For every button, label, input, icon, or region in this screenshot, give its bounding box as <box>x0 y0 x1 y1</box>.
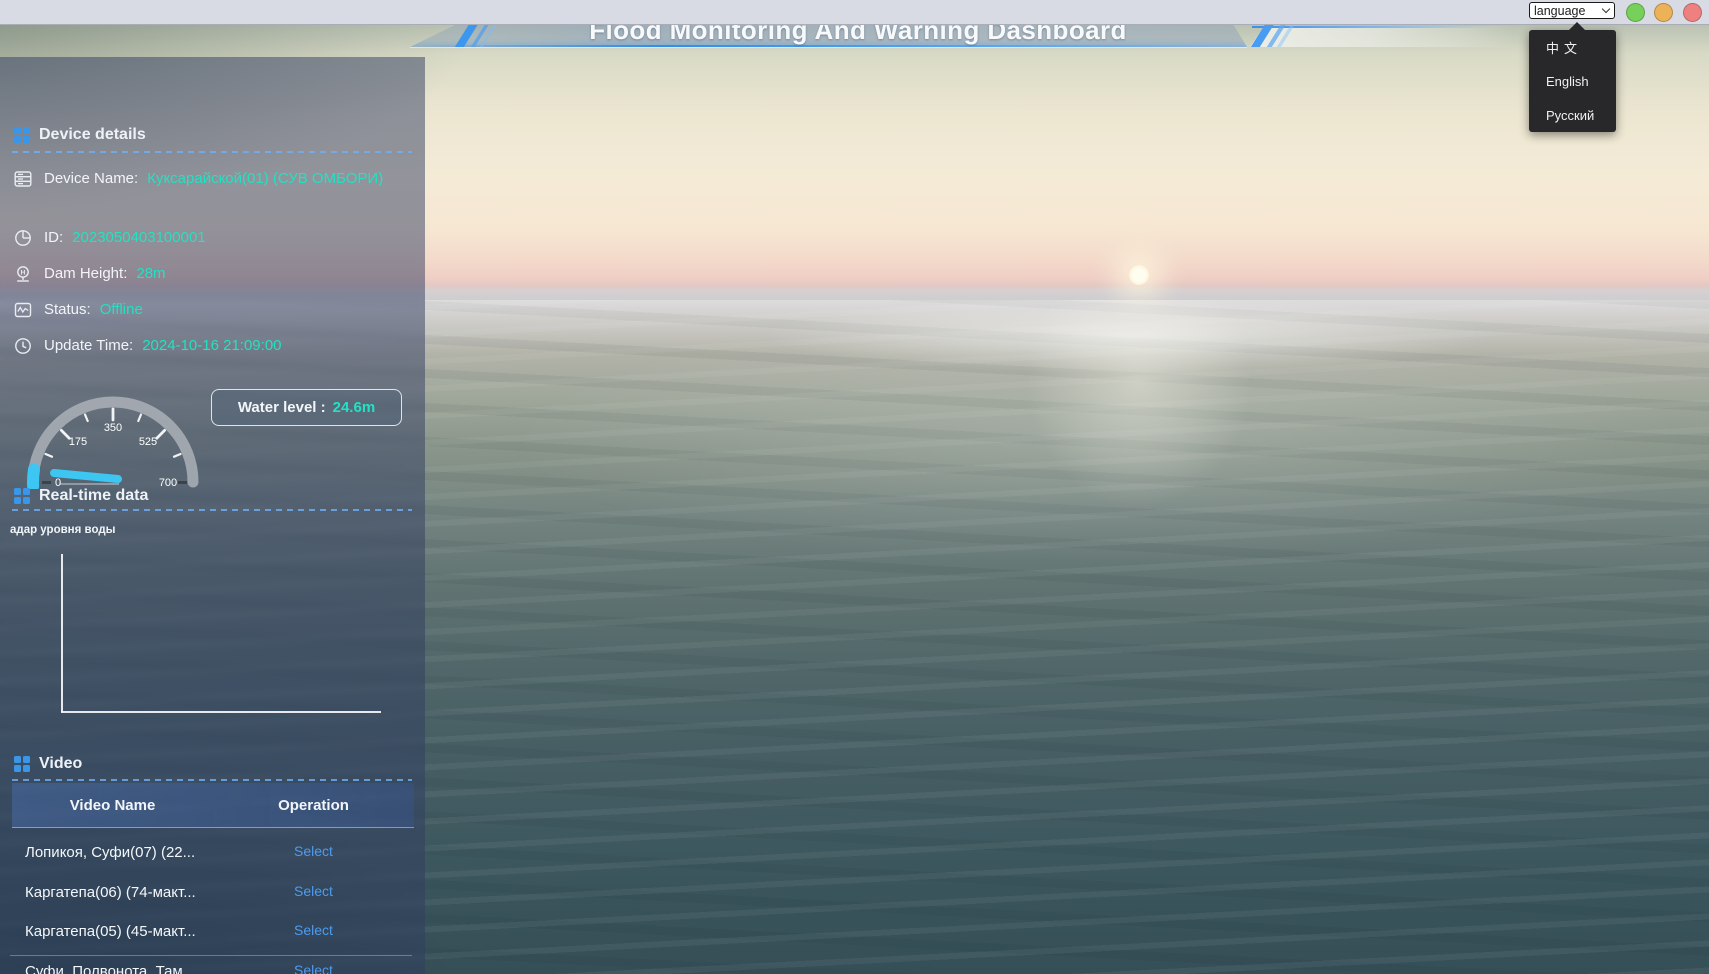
field-label: ID: <box>44 229 63 246</box>
select-link[interactable]: Select <box>294 922 333 938</box>
chart-x-axis <box>61 711 381 713</box>
column-header-video-name: Video Name <box>12 797 213 814</box>
field-value: Offline <box>100 301 143 318</box>
field-value: 2023050403100001 <box>72 229 205 246</box>
sun <box>1129 265 1149 285</box>
field-label: Update Time: <box>44 337 133 354</box>
select-link[interactable]: Select <box>294 843 333 859</box>
server-icon <box>14 170 32 188</box>
flood-dashboard-screen: Flood Monitoring And Warning Dashboard l… <box>0 0 1709 974</box>
select-link[interactable]: Select <box>294 962 333 974</box>
field-label: Device Name: <box>44 170 138 187</box>
gauge-tick-label: 525 <box>139 436 157 448</box>
location-pin-icon: H <box>14 265 32 283</box>
menu-item-russian[interactable]: Русский <box>1529 98 1616 132</box>
water-level-box: Water level : 24.6m <box>211 389 402 426</box>
video-table-header: Video Name Operation <box>12 783 414 828</box>
row-divider <box>10 955 412 956</box>
gauge-value-arc <box>33 470 34 487</box>
field-dam-height: H Dam Height: 28m <box>14 262 394 286</box>
field-device-name: Device Name: Куксарайской(01) (СУВ ОМБОРИ… <box>14 167 394 191</box>
language-select-label: language <box>1534 4 1585 18</box>
grid-icon <box>14 127 30 143</box>
field-label: Status: <box>44 301 91 318</box>
video-name: Лопикоя, Суфи(07) (22... <box>12 844 213 861</box>
language-select[interactable]: language <box>1529 2 1615 19</box>
pie-chart-icon <box>14 229 32 247</box>
dropdown-notch <box>1569 22 1585 30</box>
banner-edge-line <box>410 47 1247 48</box>
chevron-down-icon <box>1602 5 1610 13</box>
table-row: Лопикоя, Суфи(07) (22... Select <box>12 832 414 872</box>
table-row: Каргатепа(06) (74-макт... Select <box>12 872 414 912</box>
window-button-red[interactable] <box>1683 3 1702 22</box>
dashed-divider <box>12 779 412 781</box>
field-value: Куксарайской(01) (СУВ ОМБОРИ) <box>147 170 383 187</box>
grid-icon <box>14 488 30 504</box>
window-button-orange[interactable] <box>1654 3 1673 22</box>
field-value: 2024-10-16 21:09:00 <box>142 337 281 354</box>
column-header-operation: Operation <box>213 797 414 814</box>
menu-item-chinese[interactable]: 中文 <box>1529 30 1616 64</box>
table-row: Каргатепа(05) (45-макт... Select <box>12 911 414 951</box>
svg-text:H: H <box>21 269 26 276</box>
section-title: Device details <box>39 126 146 144</box>
video-name: Каргатепа(06) (74-макт... <box>12 884 213 901</box>
field-value: 28m <box>136 265 165 282</box>
select-link[interactable]: Select <box>294 883 333 899</box>
water-level-label: Water level : <box>238 399 326 416</box>
gauge-tick-label: 350 <box>104 422 122 434</box>
section-header-device-details: Device details <box>14 126 146 144</box>
chart-y-axis <box>61 554 63 712</box>
section-header-realtime: Real-time data <box>14 487 148 505</box>
chart-title: адар уровня воды <box>10 524 115 536</box>
gauge-tick-label: 700 <box>159 477 177 489</box>
clock-icon <box>14 337 32 355</box>
window-button-green[interactable] <box>1626 3 1645 22</box>
section-title: Video <box>39 755 82 773</box>
water-level-value: 24.6m <box>333 399 376 416</box>
field-status: Status: Offline <box>14 298 394 322</box>
section-title: Real-time data <box>39 487 148 505</box>
gauge-tick-label: 175 <box>69 436 87 448</box>
video-name: Суфи, Полвонота, Там... <box>12 963 213 974</box>
status-wave-icon <box>14 301 32 319</box>
browser-topbar: language <box>0 0 1709 25</box>
field-update-time: Update Time: 2024-10-16 21:09:00 <box>14 334 394 358</box>
grid-icon <box>14 756 30 772</box>
dashed-divider <box>12 151 412 153</box>
field-id: ID: 2023050403100001 <box>14 226 394 250</box>
field-label: Dam Height: <box>44 265 127 282</box>
dashed-divider <box>12 509 412 511</box>
section-header-video: Video <box>14 755 82 773</box>
gauge-needle <box>54 473 118 479</box>
water-level-gauge: 0 175 350 525 700 <box>18 387 208 489</box>
menu-item-english[interactable]: English <box>1529 64 1616 98</box>
video-name: Каргатепа(05) (45-макт... <box>12 923 213 940</box>
left-panel: Device details Device Name: Куксарайской(… <box>0 57 425 974</box>
language-dropdown-menu: 中文 English Русский <box>1529 30 1616 132</box>
